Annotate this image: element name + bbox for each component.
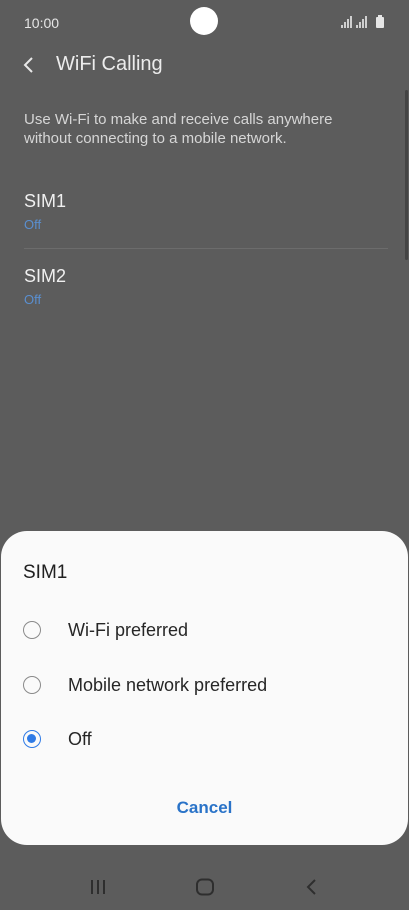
status-time: 10:00 — [24, 15, 60, 31]
status-icons — [341, 15, 387, 31]
option-wifi-preferred[interactable]: Wi-Fi preferred — [1, 609, 408, 653]
sim2-title: SIM2 — [24, 266, 67, 286]
home-button[interactable] — [187, 874, 223, 900]
sim1-title: SIM1 — [24, 191, 67, 211]
option-off[interactable]: Off — [1, 718, 408, 762]
recent-apps-button[interactable] — [80, 874, 116, 900]
signal-sim1-icon — [341, 16, 352, 28]
front-camera-cutout — [190, 7, 218, 35]
page-title: WiFi Calling — [56, 53, 163, 75]
sim1-item[interactable]: SIM1 Off — [24, 191, 388, 251]
divider — [24, 248, 388, 249]
radio-wifi-preferred[interactable] — [23, 621, 41, 639]
description-text: Use Wi-Fi to make and receive calls anyw… — [24, 111, 333, 147]
app-bar: WiFi Calling — [0, 46, 409, 86]
option-label: Off — [68, 729, 92, 749]
sim2-status: Off — [24, 292, 42, 307]
recent-apps-icon — [91, 880, 105, 894]
option-mobile-network-preferred[interactable]: Mobile network preferred — [1, 664, 408, 708]
battery-icon — [376, 15, 384, 28]
home-icon — [196, 878, 214, 896]
radio-mobile-network-preferred[interactable] — [23, 676, 41, 694]
chevron-left-icon — [23, 57, 33, 73]
option-label: Mobile network preferred — [68, 675, 268, 695]
back-icon — [306, 879, 316, 895]
signal-sim2-icon — [356, 16, 367, 28]
cancel-button[interactable]: Cancel — [151, 793, 258, 823]
sim1-status: Off — [24, 217, 42, 232]
dialog-title: SIM1 — [23, 562, 68, 583]
nav-back-button[interactable] — [294, 874, 330, 900]
scrollbar[interactable] — [405, 90, 408, 260]
sim1-dialog: SIM1 Wi-Fi preferred Mobile network pref… — [1, 531, 408, 845]
navigation-bar — [0, 860, 409, 910]
sim2-item[interactable]: SIM2 Off — [24, 266, 388, 326]
radio-off-selected[interactable] — [23, 730, 41, 748]
back-button[interactable] — [14, 48, 44, 82]
option-label: Wi-Fi preferred — [68, 620, 189, 640]
status-bar: 10:00 — [0, 0, 409, 46]
screen: 10:00 WiFi Calling Use Wi-Fi to make and… — [0, 0, 409, 910]
